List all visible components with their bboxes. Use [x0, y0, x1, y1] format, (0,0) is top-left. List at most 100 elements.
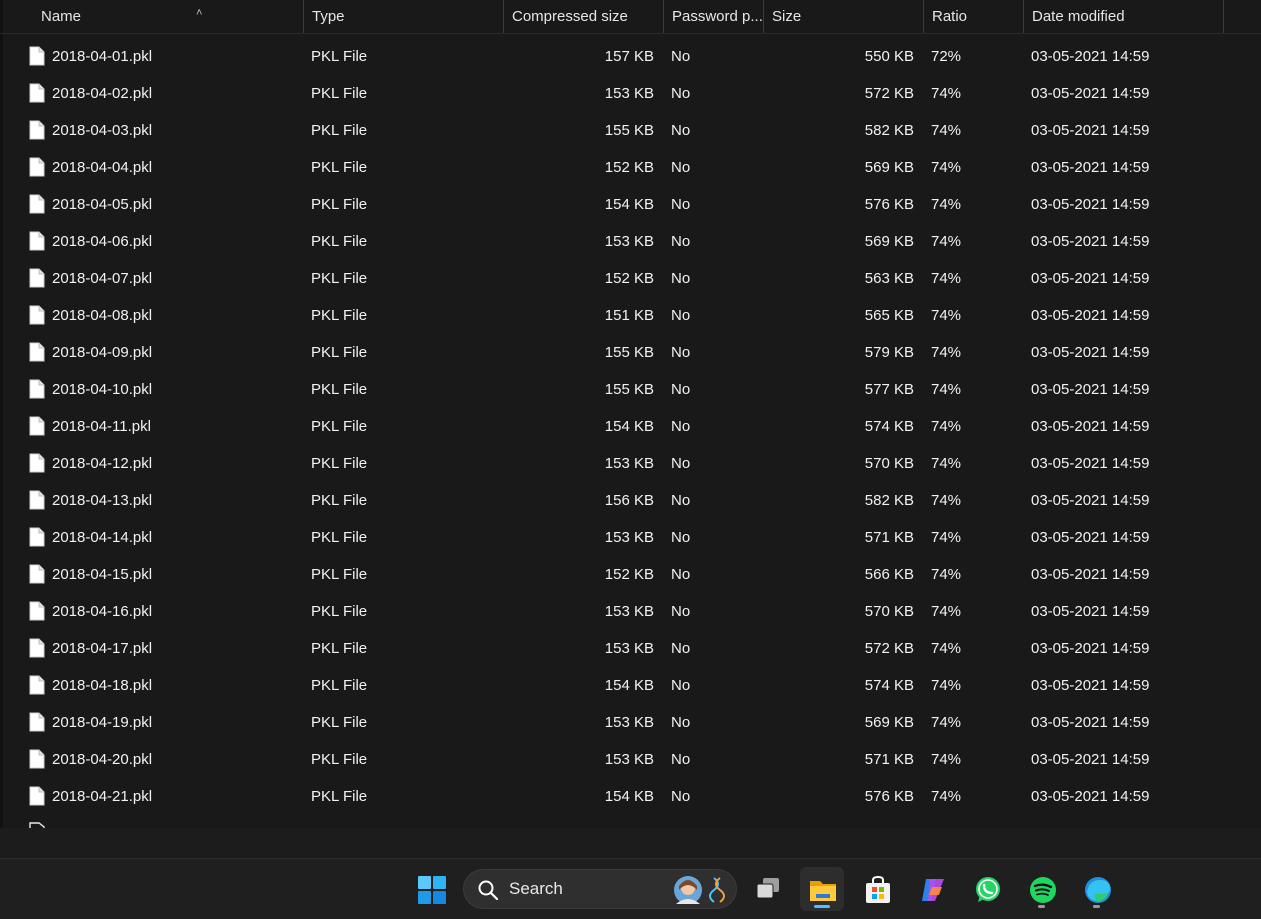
column-header-name[interactable]: Name ˄	[33, 0, 304, 33]
file-name: 2018-04-16.pkl	[52, 603, 153, 620]
start-icon	[418, 876, 446, 904]
file-size: 571 KB	[864, 751, 914, 768]
file-compressed-size: 153 KB	[604, 529, 654, 546]
file-password-protected: No	[671, 196, 691, 213]
table-row[interactable]: 2018-04-05.pkl PKL File 154 KB No 576 KB 74% 0…	[0, 186, 1261, 223]
file-compressed-size: 155 KB	[604, 344, 654, 361]
column-header-ratio[interactable]: Ratio	[924, 0, 1024, 33]
table-row[interactable]: 2018-04-19.pkl PKL File 153 KB No 569 KB 74% 0…	[0, 704, 1261, 741]
task-view-button[interactable]	[746, 867, 790, 911]
file-type: PKL File	[311, 455, 368, 472]
file-password-protected: No	[671, 566, 691, 583]
column-header-compressed-size-label: Compressed size	[512, 8, 628, 25]
table-row[interactable]: 2018-04-15.pkl PKL File 152 KB No 566 KB 74% 0…	[0, 556, 1261, 593]
copilot-icon	[922, 879, 944, 901]
file-ratio: 74%	[931, 159, 962, 176]
file-icon	[29, 120, 45, 140]
running-indicator	[1038, 905, 1045, 908]
microsoft-store-button[interactable]	[855, 867, 899, 911]
table-row[interactable]: 2018-04-21.pkl PKL File 154 KB No 576 KB 74% 0…	[0, 778, 1261, 815]
table-row[interactable]: 2018-04-06.pkl PKL File 153 KB No 569 KB 74% 0…	[0, 223, 1261, 260]
file-explorer-button[interactable]	[800, 867, 844, 911]
table-row[interactable]: 2018-04-13.pkl PKL File 156 KB No 582 KB 74% 0…	[0, 482, 1261, 519]
chevron-up-icon: ˄	[196, 7, 203, 19]
file-type: PKL File	[311, 714, 368, 731]
file-compressed-size: 153 KB	[604, 603, 654, 620]
table-row[interactable]: 2018-04-18.pkl PKL File 154 KB No 574 KB 74% 0…	[0, 667, 1261, 704]
table-row[interactable]: 2018-04-09.pkl PKL File 155 KB No 579 KB 74% 0…	[0, 334, 1261, 371]
file-name: 2018-04-17.pkl	[52, 640, 153, 657]
column-header-size[interactable]: Size	[764, 0, 924, 33]
file-date-modified: 03-05-2021 14:59	[1031, 196, 1150, 213]
table-row[interactable]: 2018-04-03.pkl PKL File 155 KB No 582 KB 74% 0…	[0, 112, 1261, 149]
table-row[interactable]: 2018-04-10.pkl PKL File 155 KB No 577 KB 74% 0…	[0, 371, 1261, 408]
file-password-protected: No	[671, 529, 691, 546]
file-name: 2018-04-01.pkl	[52, 48, 153, 65]
file-ratio: 74%	[931, 714, 962, 731]
file-size: 574 KB	[864, 677, 914, 694]
whatsapp-icon	[976, 877, 1000, 902]
column-header-compressed-size[interactable]: Compressed size	[504, 0, 664, 33]
file-type: PKL File	[311, 751, 368, 768]
file-password-protected: No	[671, 381, 691, 398]
file-password-protected: No	[671, 788, 691, 805]
file-name: 2018-04-02.pkl	[52, 85, 153, 102]
column-header-ratio-label: Ratio	[932, 8, 968, 25]
whatsapp-button[interactable]	[965, 867, 1009, 911]
file-date-modified: 03-05-2021 14:59	[1031, 640, 1150, 657]
file-icon	[29, 342, 45, 362]
file-ratio: 74%	[931, 529, 962, 546]
column-header-password-label: Password p...	[672, 8, 763, 25]
spotify-icon	[1030, 877, 1056, 903]
search-label: Search	[509, 879, 563, 898]
file-date-modified: 03-05-2021 14:59	[1031, 529, 1150, 546]
column-header-password[interactable]: Password p...	[664, 0, 764, 33]
table-row[interactable]: 2018-04-07.pkl PKL File 152 KB No 563 KB 74% 0…	[0, 260, 1261, 297]
file-compressed-size: 153 KB	[604, 233, 654, 250]
file-name: 2018-04-11.pkl	[52, 418, 151, 435]
table-row[interactable]: 2018-04-02.pkl PKL File 153 KB No 572 KB 74% 0…	[0, 75, 1261, 112]
file-name: 2018-04-03.pkl	[52, 122, 153, 139]
file-size: 572 KB	[864, 85, 914, 102]
file-password-protected: No	[671, 455, 691, 472]
column-header-type[interactable]: Type	[304, 0, 504, 33]
running-indicator	[1093, 905, 1100, 908]
file-ratio: 74%	[931, 85, 962, 102]
file-icon	[29, 786, 45, 806]
file-ratio: 74%	[931, 307, 962, 324]
column-header-date-label: Date modified	[1032, 8, 1125, 25]
table-row[interactable]: 2018-04-11.pkl PKL File 154 KB No 574 KB 74% 0…	[0, 408, 1261, 445]
table-row[interactable]: 2018-04-12.pkl PKL File 153 KB No 570 KB 74% 0…	[0, 445, 1261, 482]
table-row[interactable]: 2018-04-16.pkl PKL File 153 KB No 570 KB 74% 0…	[0, 593, 1261, 630]
file-icon	[29, 638, 45, 658]
file-type: PKL File	[311, 122, 368, 139]
file-date-modified: 03-05-2021 14:59	[1031, 492, 1150, 509]
edge-button[interactable]	[1075, 867, 1119, 911]
table-row[interactable]: 2018-04-08.pkl PKL File 151 KB No 565 KB 74% 0…	[0, 297, 1261, 334]
file-icon	[29, 564, 45, 584]
table-row[interactable]: 2018-04-20.pkl PKL File 153 KB No 571 KB 74% 0…	[0, 741, 1261, 778]
table-row[interactable]: 2018-04-17.pkl PKL File 153 KB No 572 KB 74% 0…	[0, 630, 1261, 667]
file-icon	[29, 601, 45, 621]
column-header-date-modified[interactable]: Date modified	[1024, 0, 1224, 33]
file-date-modified: 03-05-2021 14:59	[1031, 418, 1150, 435]
file-compressed-size: 153 KB	[604, 751, 654, 768]
file-date-modified: 03-05-2021 14:59	[1031, 381, 1150, 398]
file-password-protected: No	[671, 603, 691, 620]
file-icon	[29, 749, 45, 769]
file-date-modified: 03-05-2021 14:59	[1031, 714, 1150, 731]
copilot-button[interactable]	[910, 867, 954, 911]
table-row[interactable]: 2018-04-04.pkl PKL File 152 KB No 569 KB 74% 0…	[0, 149, 1261, 186]
spotify-button[interactable]	[1020, 867, 1064, 911]
table-row[interactable]: 2018-04-01.pkl PKL File 157 KB No 550 KB 72% 0…	[0, 38, 1261, 75]
table-row[interactable]: 2018-04-14.pkl PKL File 153 KB No 571 KB 74% 0…	[0, 519, 1261, 556]
file-type: PKL File	[311, 788, 368, 805]
taskbar: Search	[0, 858, 1261, 919]
start-button[interactable]	[409, 867, 453, 911]
file-size: 582 KB	[864, 492, 914, 509]
file-icon	[29, 157, 45, 177]
file-icon	[29, 490, 45, 510]
taskbar-search-box[interactable]: Search	[463, 869, 737, 909]
file-name: 2018-04-04.pkl	[52, 159, 153, 176]
file-compressed-size: 153 KB	[604, 714, 654, 731]
